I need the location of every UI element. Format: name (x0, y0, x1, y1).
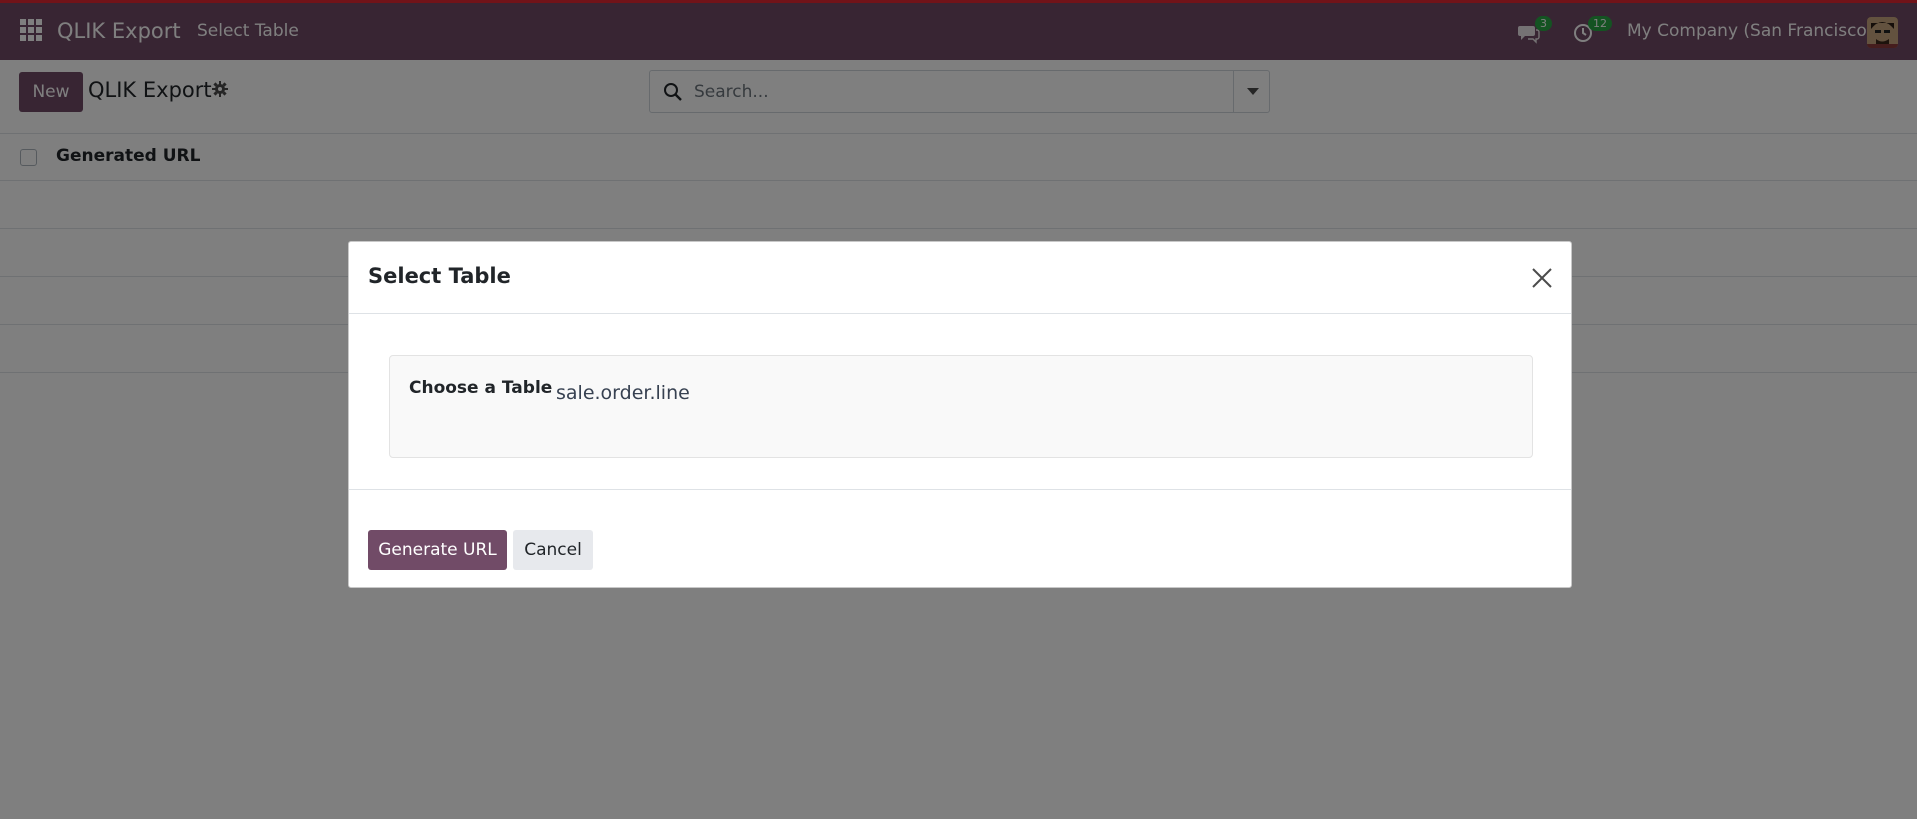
cancel-button[interactable]: Cancel (513, 530, 593, 570)
generate-url-button[interactable]: Generate URL (368, 530, 507, 570)
select-table-dialog: Select Table Choose a Table sale.order.l… (348, 241, 1572, 588)
modal-header: Select Table (349, 242, 1571, 314)
modal-footer: Generate URL Cancel (349, 489, 1571, 589)
close-icon[interactable] (1531, 267, 1553, 289)
choose-table-field-group: Choose a Table sale.order.line (389, 355, 1533, 458)
choose-table-label: Choose a Table (409, 378, 553, 398)
modal-title: Select Table (368, 264, 511, 288)
choose-table-value[interactable]: sale.order.line (556, 382, 690, 404)
modal-body: Choose a Table sale.order.line (349, 314, 1571, 489)
